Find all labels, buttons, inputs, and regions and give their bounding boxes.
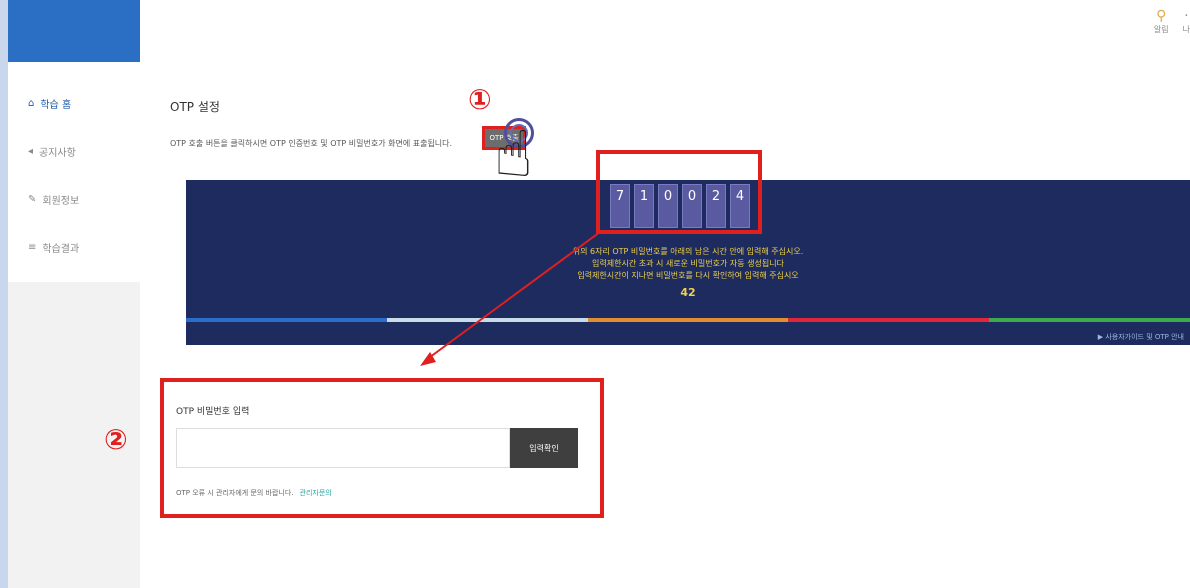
hand-pointer-icon: ☝	[494, 118, 533, 192]
otp-countdown: 42	[680, 286, 696, 299]
edit-icon: ✎	[28, 194, 37, 205]
stripe	[186, 318, 387, 322]
sidebar-item-result[interactable]: ≡ 학습결과	[28, 240, 79, 255]
alert-icon: ⚲	[1156, 8, 1167, 24]
home-icon: ⌂	[28, 98, 35, 109]
otp-message-line: 입력제한시간이 지나면 비밀번호를 다시 확인하여 입력해 주십시오	[577, 271, 799, 280]
notification-menu[interactable]: ⚲ 알림	[1154, 8, 1169, 35]
admin-contact-link[interactable]: 관리자문의	[300, 489, 332, 497]
notification-label: 알림	[1153, 25, 1169, 34]
step-2-badge: ②	[104, 423, 128, 456]
otp-form-note: OTP 오류 시 관리자에게 문의 바랍니다. 관리자문의	[176, 488, 332, 498]
sidebar-item-label: 공지사항	[39, 148, 76, 159]
sidebar-item-member[interactable]: ✎ 회원정보	[28, 192, 79, 207]
color-stripes	[186, 318, 1190, 322]
sidebar-nav: ⌂ 학습 홈 ◂ 공지사항 ✎ 회원정보 ≡ 학습결과	[8, 62, 140, 282]
top-bar: ⚲ 알림 · 나	[8, 0, 1190, 63]
user-icon: ·	[1184, 8, 1189, 24]
sidebar-item-label: 학습결과	[42, 244, 80, 255]
banner-guide-link[interactable]: ▶ 사용자가이드 및 OTP 안내	[1098, 332, 1184, 342]
otp-description: OTP 호출 버튼을 클릭하시면 OTP 인증번호 및 OTP 비밀번호가 화면…	[170, 139, 453, 148]
digits-highlight-box	[596, 150, 762, 234]
otp-message-line: 입력제한시간 초과 시 새로운 비밀번호가 자동 생성됩니다	[592, 259, 784, 268]
stripe	[386, 318, 588, 322]
otp-message-line: 위의 6자리 OTP 비밀번호를 아래의 남은 시간 안에 입력해 주십시오.	[572, 247, 804, 256]
stripe	[587, 318, 789, 322]
sidebar-item-home[interactable]: ⌂ 학습 홈	[28, 96, 71, 111]
otp-password-input[interactable]	[176, 428, 510, 468]
otp-message: 위의 6자리 OTP 비밀번호를 아래의 남은 시간 안에 입력해 주십시오. …	[186, 246, 1190, 282]
sidebar-item-label: 회원정보	[42, 196, 80, 207]
sidebar-item-label: 학습 홈	[40, 100, 72, 111]
my-label: 나	[1182, 25, 1190, 34]
sidebar-item-notice[interactable]: ◂ 공지사항	[28, 144, 76, 159]
brand-logo[interactable]	[8, 0, 140, 62]
stripe	[989, 318, 1190, 322]
list-icon: ≡	[28, 242, 37, 253]
step-1-badge: ①	[468, 83, 492, 116]
speaker-icon: ◂	[28, 146, 34, 157]
my-menu[interactable]: · 나	[1183, 8, 1190, 35]
stripe	[788, 318, 990, 322]
note-text: OTP 오류 시 관리자에게 문의 바랍니다.	[176, 489, 294, 497]
top-right-menu: ⚲ 알림 · 나	[1154, 8, 1190, 35]
page-title: OTP 설정	[170, 100, 220, 114]
otp-form-title: OTP 비밀번호 입력	[176, 407, 250, 417]
confirm-button[interactable]: 입력확인	[510, 428, 578, 468]
